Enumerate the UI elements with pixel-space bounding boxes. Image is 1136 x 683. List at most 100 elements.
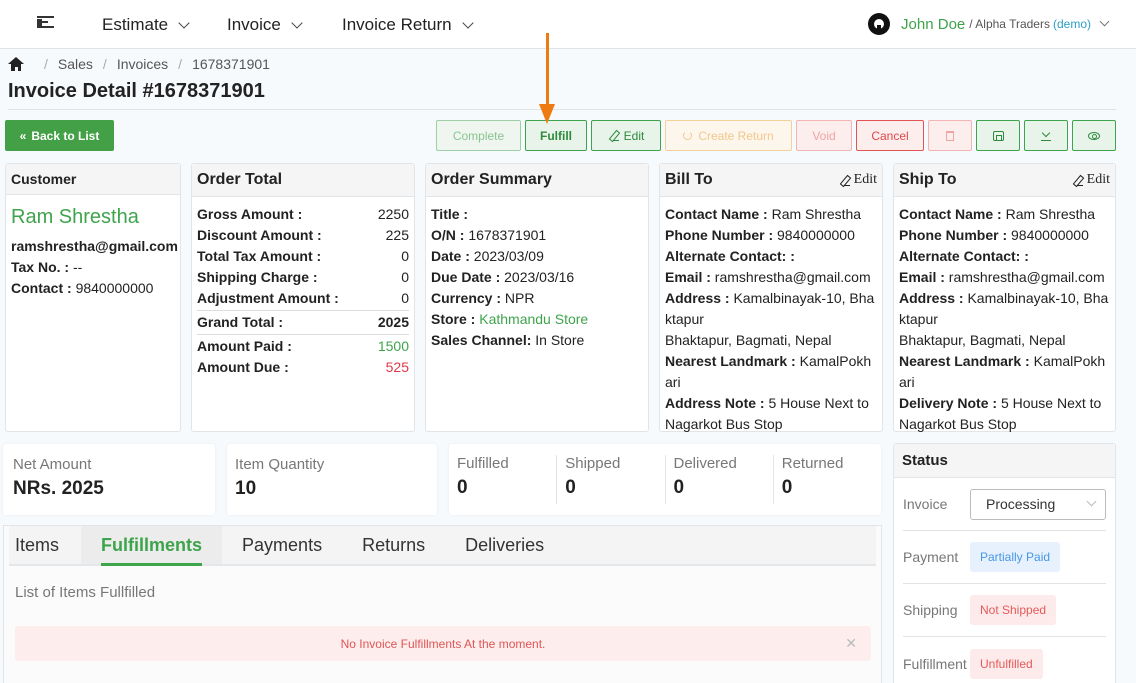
net-amount-value: NRs. 2025 <box>13 478 104 499</box>
status-header: Status <box>894 444 1115 478</box>
ship-email: Email : ramshrestha@gmail.com <box>899 269 1105 285</box>
void-button[interactable]: Void <box>796 120 852 151</box>
chevron-down-icon <box>291 16 303 29</box>
order-summary-header: Order Summary <box>426 164 648 197</box>
fulfillment-counts-stat: Fulfilled 0 Shipped 0 Delivered 0 Return… <box>449 444 881 515</box>
user-demo-tag: (demo) <box>1052 17 1091 31</box>
ship-to-card: Ship To Edit Contact Name : Ram Shrestha… <box>893 163 1116 432</box>
customer-card: Customer Ram Shrestha ramshrestha@gmail.… <box>5 163 181 432</box>
delete-button[interactable] <box>928 120 972 151</box>
bill-alternate-contact: Alternate Contact: : <box>665 248 795 264</box>
complete-button[interactable]: Complete <box>436 120 521 151</box>
adjustment-amount-row: Adjustment Amount :0 <box>197 290 409 306</box>
discount-amount-row: Discount Amount :225 <box>197 227 409 243</box>
customer-heading: Customer <box>11 171 77 187</box>
item-quantity-value: 10 <box>235 478 257 499</box>
bill-to-edit-link[interactable]: Edit <box>839 172 877 188</box>
ship-contact-name: Contact Name : Ram Shrestha <box>899 206 1096 222</box>
customer-card-header: Customer <box>6 164 180 195</box>
user-menu[interactable]: John Doe / Alpha Traders (demo) <box>868 13 1110 35</box>
create-return-button[interactable]: Create Return <box>665 120 792 151</box>
chevron-down-icon <box>1086 496 1097 507</box>
summary-date: Date : 2023/03/09 <box>431 248 544 264</box>
edit-label: Edit <box>623 128 645 143</box>
store-link[interactable]: Kathmandu Store <box>479 311 588 327</box>
download-icon <box>1041 130 1051 141</box>
amount-due-row: Amount Due :525 <box>197 359 409 375</box>
invoice-status-row: Invoice Processing <box>903 478 1106 531</box>
summary-order-number: O/N : 1678371901 <box>431 227 547 243</box>
shipping-status-badge: Not Shipped <box>970 595 1057 625</box>
preview-button[interactable] <box>1072 120 1116 151</box>
back-to-list-button[interactable]: « Back to List <box>5 120 114 151</box>
user-name: John Doe <box>901 15 966 33</box>
bill-to-heading: Bill To <box>665 171 713 188</box>
trash-icon <box>946 130 954 141</box>
nav-invoice-label: Invoice <box>227 15 281 34</box>
page-title: Invoice Detail #1678371901 <box>8 80 265 102</box>
tab-description: List of Items Fullfilled <box>15 584 156 601</box>
annotation-arrow-shaft <box>546 33 549 105</box>
nav-estimate[interactable]: Estimate <box>102 15 190 35</box>
github-icon <box>868 13 891 35</box>
breadcrumb-invoices[interactable]: Invoices <box>117 56 168 72</box>
close-icon[interactable]: ✕ <box>845 635 857 652</box>
order-total-card: Order Total Gross Amount :2250 Discount … <box>191 163 415 432</box>
summary-due-date: Due Date : 2023/03/16 <box>431 269 575 285</box>
sidebar-toggle-icon[interactable] <box>37 16 54 30</box>
summary-store: Store : Kathmandu Store <box>431 311 589 327</box>
status-card: Status Invoice Processing Payment Partia… <box>893 443 1116 683</box>
item-quantity-stat: Item Quantity 10 <box>227 444 437 515</box>
tab-items[interactable]: Items <box>9 526 81 564</box>
customer-email: ramshrestha@gmail.com <box>11 238 178 254</box>
download-button[interactable] <box>1024 120 1068 151</box>
fulfillment-status-badge: Unfulfilled <box>970 648 1043 679</box>
detail-tabs-panel: Items Fulfillments Payments Returns Deli… <box>3 525 882 683</box>
empty-alert: No Invoice Fulfillments At the moment. ✕ <box>15 626 871 661</box>
summary-sales-channel: Sales Channel: In Store <box>431 332 585 348</box>
payment-status-badge: Partially Paid <box>970 542 1061 572</box>
fulfilled-count: Fulfilled 0 <box>457 455 509 498</box>
nav-estimate-label: Estimate <box>102 15 169 34</box>
invoice-status-select[interactable]: Processing <box>970 488 1106 520</box>
customer-name[interactable]: Ram Shrestha <box>11 206 175 229</box>
breadcrumb-separator: / <box>102 56 107 72</box>
customer-contact: Contact : 9840000000 <box>11 280 154 296</box>
home-icon[interactable] <box>8 57 24 71</box>
cancel-button[interactable]: Cancel <box>856 120 924 151</box>
breadcrumb-current: 1678371901 <box>192 56 270 72</box>
breadcrumb-separator: / <box>178 56 183 72</box>
print-button[interactable] <box>976 120 1020 151</box>
ship-landmark: Nearest Landmark : KamalPokhari <box>899 353 1106 390</box>
bill-to-header: Bill To Edit <box>660 164 882 197</box>
customer-tax: Tax No. : -- <box>11 259 83 275</box>
total-tax-row: Total Tax Amount :0 <box>197 248 409 264</box>
tab-deliveries[interactable]: Deliveries <box>445 526 564 564</box>
order-total-header: Order Total <box>192 164 414 197</box>
order-summary-card: Order Summary Title : O/N : 1678371901 D… <box>425 163 649 432</box>
nav-invoice-return-label: Invoice Return <box>342 15 452 34</box>
summary-title: Title : <box>431 206 469 222</box>
fulfill-button[interactable]: Fulfill <box>525 120 587 151</box>
shipping-charge-row: Shipping Charge :0 <box>197 269 409 285</box>
chevron-down-icon <box>178 16 190 29</box>
chevron-down-icon <box>1099 16 1110 27</box>
tab-payments[interactable]: Payments <box>222 526 342 564</box>
payment-status-label: Payment <box>903 549 959 565</box>
payment-status-row: Payment Partially Paid <box>903 531 1106 584</box>
ship-to-edit-link[interactable]: Edit <box>1072 172 1110 188</box>
net-amount-label: Net Amount <box>13 456 92 473</box>
breadcrumb-sales[interactable]: Sales <box>58 56 93 72</box>
tab-fulfillments[interactable]: Fulfillments <box>81 526 223 566</box>
empty-alert-message: No Invoice Fulfillments At the moment. <box>340 636 546 651</box>
nav-invoice[interactable]: Invoice <box>227 15 303 35</box>
tab-returns[interactable]: Returns <box>342 526 445 564</box>
create-return-label: Create Return <box>698 128 774 143</box>
nav-invoice-return[interactable]: Invoice Return <box>342 15 474 35</box>
delivered-count: Delivered 0 <box>664 455 773 504</box>
edit-button[interactable]: Edit <box>591 120 661 151</box>
summary-currency: Currency : NPR <box>431 290 535 306</box>
fulfillment-status-label: Fulfillment <box>903 655 967 672</box>
eye-icon <box>1088 131 1100 140</box>
item-quantity-label: Item Quantity <box>235 456 325 473</box>
